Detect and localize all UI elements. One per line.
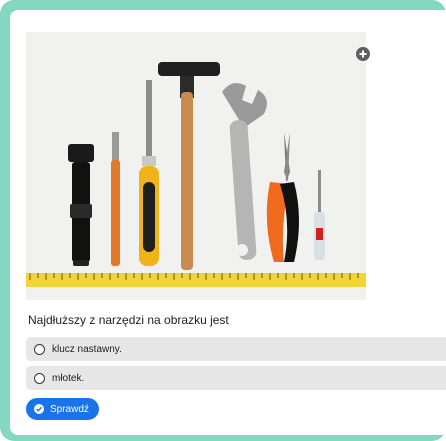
answer-option-2[interactable]: młotek. — [26, 366, 446, 390]
answer-option-label: młotek. — [52, 372, 85, 384]
answer-option-label: klucz nastawny. — [52, 343, 122, 355]
check-answer-button[interactable]: Sprawdź — [26, 398, 99, 420]
quiz-card: Najdłuższy z narzędzi na obrazku jest kl… — [10, 10, 446, 435]
radio-icon[interactable] — [34, 372, 45, 384]
expand-image-icon[interactable] — [356, 47, 370, 61]
check-circle-icon — [34, 404, 44, 414]
answer-option-1[interactable]: klucz nastawny. — [26, 337, 446, 361]
check-answer-label: Sprawdź — [50, 403, 89, 415]
ruler — [26, 273, 366, 287]
scraper — [111, 132, 120, 266]
radio-icon[interactable] — [34, 343, 45, 355]
tools-illustration — [26, 32, 366, 300]
tools-image — [26, 32, 366, 300]
question-text: Najdłuższy z narzędzi na obrazku jest — [28, 313, 229, 327]
